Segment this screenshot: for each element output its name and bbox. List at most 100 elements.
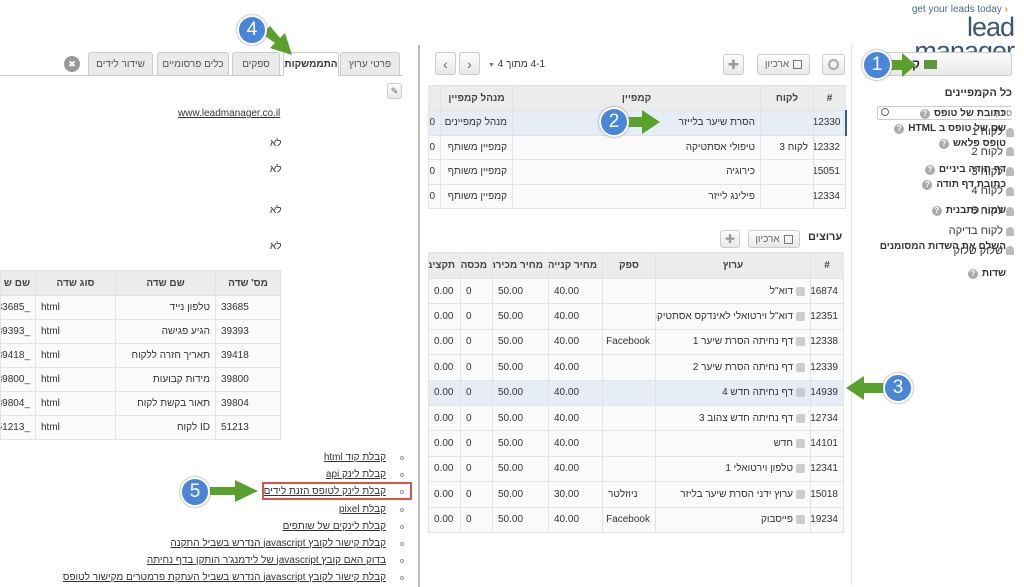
help-icon[interactable]: ?: [894, 123, 905, 134]
channel-icon: [796, 311, 805, 321]
refresh-button[interactable]: [822, 54, 845, 75]
table-cell: 16874: [810, 277, 844, 305]
table-row[interactable]: 12338 דף נחיתה הסרת שיער 1 Facebook 40.00 50…: [428, 328, 844, 356]
table-cell: 50.00: [492, 430, 549, 457]
table-header: # לקוח קמפיין מנהל קמפיין: [428, 85, 846, 111]
table-row[interactable]: 14939 דף נחיתה חדש 4 40.00 50.00 0 0.00: [428, 379, 844, 406]
table-row[interactable]: 19234 פייסבוק Facebook 40.00 50.00 0 0.00: [428, 506, 844, 533]
help-icon[interactable]: ?: [924, 164, 935, 175]
table-cell: 50.00: [492, 379, 549, 406]
column-header[interactable]: מחיר קנייה: [548, 252, 603, 279]
next-page-button[interactable]: ›: [459, 52, 480, 75]
edit-button[interactable]: ✎: [387, 83, 402, 99]
annotation-4: 4: [237, 15, 267, 45]
table-cell: _39418: [0, 343, 36, 368]
tab-3[interactable]: כלים פרסומיים: [157, 52, 229, 75]
campaign-archive-button[interactable]: ארכיון: [757, 54, 810, 75]
tabs-baseline: [0, 75, 403, 76]
facebook-icon: [796, 515, 805, 525]
table-row[interactable]: 12734 דף נחיתה חדש צהוב 3 40.00 50.00 0 0.00: [428, 404, 844, 432]
column-header[interactable]: ערוץ: [655, 252, 811, 279]
column-header: שם ש: [0, 270, 36, 296]
annotation-5: 5: [180, 477, 210, 507]
column-header[interactable]: #: [810, 252, 844, 279]
column-header[interactable]: #: [813, 85, 846, 111]
help-icon[interactable]: ?: [967, 268, 978, 279]
table-row[interactable]: 16874 דוא"ל 40.00 50.00 0 0.00: [428, 277, 844, 305]
integration-link[interactable]: בדוק האם קובץ javascript של לידמנג'ר הות…: [147, 555, 386, 566]
column-header: שם שדה: [115, 270, 216, 296]
integration-link[interactable]: קבלת קישור לקובץ javascript הנדרש בשביל …: [63, 572, 386, 583]
table-row[interactable]: 15051 כירוגיה קמפיין משותף 0: [428, 159, 846, 185]
table-row[interactable]: 12339 דף נחיתה הסרת שיער 2 40.00 50.00 0 0.00: [428, 354, 844, 381]
close-panel-icon[interactable]: ✖: [64, 56, 80, 72]
prev-page-button[interactable]: ‹: [435, 52, 456, 75]
table-cell: 0: [460, 277, 493, 305]
sidebar-client-item[interactable]: לקוח בדיקה: [949, 225, 1014, 237]
table-cell: פילינג לייזר: [512, 183, 761, 209]
column-header[interactable]: ספק: [602, 252, 656, 279]
form-row-label: שמור כתבנית?: [931, 205, 1006, 216]
add-campaign-button[interactable]: ✚: [723, 54, 744, 75]
annotation-2: 2: [599, 107, 629, 137]
column-header[interactable]: קמפיין: [512, 85, 761, 111]
help-icon[interactable]: ?: [919, 108, 930, 119]
form-url-link[interactable]: www.leadmanager.co.il: [178, 108, 280, 119]
channel-archive-button[interactable]: ארכיון: [748, 230, 800, 248]
column-header[interactable]: מכסה: [460, 252, 493, 279]
table-row[interactable]: 12351 דוא"ל וירטואלי לאינדקס אסתטיקה 40.00…: [428, 303, 844, 330]
pencil-icon: ✎: [390, 85, 399, 96]
table-cell: 40.00: [548, 430, 603, 457]
table-cell: [602, 404, 656, 432]
table-cell: 15051: [813, 159, 846, 185]
tab-0[interactable]: פרטי ערוץ: [340, 52, 400, 75]
table-cell: 50.00: [492, 277, 549, 305]
table-cell: html: [35, 295, 116, 320]
table-cell: Facebook: [602, 506, 656, 533]
pagination-dropdown[interactable]: 4-1 מתוך 4 ▼: [488, 59, 545, 70]
tab-1[interactable]: התממשקות: [283, 52, 339, 76]
column-header[interactable]: לקוח: [760, 85, 814, 111]
channels-title: ערוצים: [808, 231, 843, 243]
column-header[interactable]: מחיר מכירה: [492, 252, 549, 279]
add-channel-button[interactable]: ✚: [720, 230, 740, 248]
table-cell: 12334: [813, 183, 846, 209]
table-cell: 40.00: [548, 506, 603, 533]
form-value: לא: [270, 164, 282, 175]
table-cell: קמפיין משותף: [440, 134, 513, 160]
integration-link[interactable]: קבלת pixel: [339, 504, 386, 515]
tab-2[interactable]: ספקים: [232, 52, 280, 75]
table-row[interactable]: 12330 הסרת שיער בלייזרמנהל קמפיינים 10: [428, 110, 847, 136]
form-row-label: כתובת של טופס?: [919, 108, 1006, 119]
table-cell: _39804: [0, 391, 36, 416]
channel-icon: [796, 464, 805, 474]
table-cell: 40.00: [548, 379, 603, 406]
table-row[interactable]: 12334 פילינג לייזר קמפיין משותף 0: [428, 183, 846, 209]
table-row[interactable]: 14101 חדש 40.00 50.00 0 0.00: [428, 430, 844, 457]
table-cell: 40.00: [548, 303, 603, 330]
table-cell: 0: [460, 430, 493, 457]
column-header[interactable]: מנהל קמפיין: [440, 85, 513, 111]
table-row[interactable]: 12332 לקוח 3 טיפולי אסתטיקה קמפיין משותף 0: [428, 134, 846, 160]
table-cell: 0.00: [428, 379, 461, 406]
help-icon[interactable]: ?: [922, 179, 933, 190]
archive-icon: [783, 234, 793, 244]
table-cell: 40.00: [548, 404, 603, 432]
table-cell: קמפיין משותף: [440, 159, 513, 185]
highlight-box: [262, 482, 412, 500]
integration-link[interactable]: קבלת קוד html: [324, 452, 386, 463]
integration-link[interactable]: קבלת לינקים של שותפים: [283, 521, 386, 532]
sidebar-divider: [851, 45, 852, 585]
integration-link[interactable]: קבלת לינק api: [326, 469, 386, 480]
bullet: [400, 559, 404, 564]
help-icon[interactable]: ?: [931, 205, 942, 216]
table-row[interactable]: 15018 ערוץ ידני הסרת שיער בליזר ניוזלטר 30.…: [428, 481, 844, 508]
help-icon[interactable]: ?: [938, 138, 949, 149]
integration-link[interactable]: קבלת קישור לקובץ javascript הנדרש בשביל …: [170, 538, 386, 549]
tab-4[interactable]: שידור לידים: [88, 52, 153, 75]
table-row[interactable]: 12341 טלפון וירטואלי 1 40.00 50.00 0 0.00: [428, 455, 844, 483]
column-header[interactable]: תקציב: [428, 252, 461, 279]
table-cell: פייסבוק: [655, 506, 811, 533]
pane-divider[interactable]: [418, 45, 420, 587]
all-campaigns-link[interactable]: כל הקמפיינים: [945, 87, 1012, 99]
